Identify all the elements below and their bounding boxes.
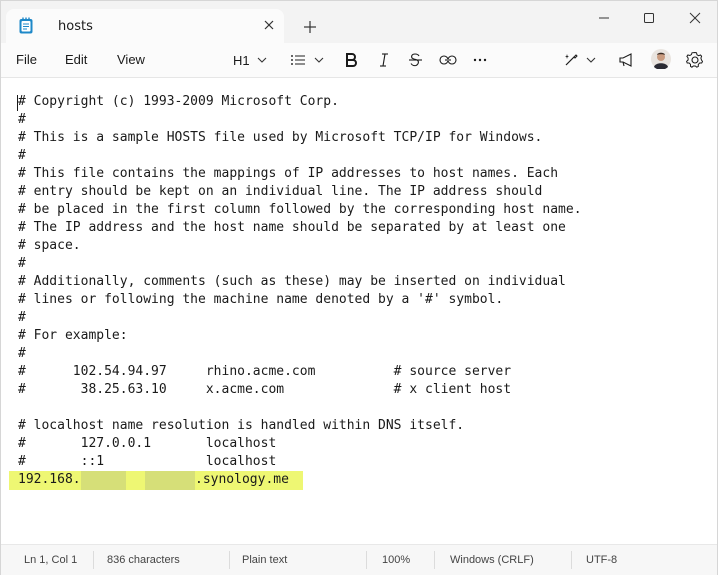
tab-title: hosts bbox=[58, 19, 93, 34]
divider bbox=[434, 551, 435, 569]
text-line: # ::1 localhost bbox=[18, 454, 277, 469]
link-icon[interactable] bbox=[439, 54, 457, 66]
text-line: # bbox=[18, 310, 26, 325]
menu-file[interactable]: File bbox=[16, 52, 37, 67]
copilot-rewrite-dropdown[interactable] bbox=[563, 49, 598, 71]
text-line: # For example: bbox=[18, 328, 128, 343]
line-ending[interactable]: Windows (CRLF) bbox=[450, 554, 534, 566]
account-avatar[interactable] bbox=[651, 49, 671, 69]
text-line: # bbox=[18, 112, 26, 127]
notepad-window: hosts File Edit View H1 # Copyright (c) … bbox=[0, 0, 718, 575]
menu-edit[interactable]: Edit bbox=[65, 52, 87, 67]
text-line-suffix: .synology.me bbox=[195, 472, 289, 487]
list-dropdown[interactable] bbox=[290, 49, 326, 71]
notepad-icon bbox=[19, 17, 33, 34]
menu-bar: File Edit View H1 bbox=[1, 43, 717, 78]
text-editor[interactable]: # Copyright (c) 1993-2009 Microsoft Corp… bbox=[1, 78, 717, 543]
italic-icon[interactable] bbox=[377, 53, 391, 67]
text-line: # be placed in the first column followed… bbox=[18, 202, 582, 217]
character-count: 836 characters bbox=[107, 554, 180, 566]
text-format[interactable]: Plain text bbox=[242, 554, 287, 566]
bulleted-list-icon bbox=[291, 55, 305, 65]
chevron-down-icon bbox=[314, 57, 324, 63]
maximize-icon[interactable] bbox=[635, 7, 663, 29]
title-bar: hosts bbox=[1, 1, 717, 43]
text-line: # 102.54.94.97 rhino.acme.com # source s… bbox=[18, 364, 512, 379]
redacted-segment bbox=[145, 471, 195, 490]
text-line: # This file contains the mappings of IP … bbox=[18, 166, 559, 181]
chevron-down-icon bbox=[257, 57, 267, 63]
megaphone-icon[interactable] bbox=[618, 52, 636, 68]
text-line: # 38.25.63.10 x.acme.com # x client host bbox=[18, 382, 512, 397]
text-line: # lines or following the machine name de… bbox=[18, 292, 504, 307]
tab-hosts[interactable]: hosts bbox=[6, 9, 284, 43]
new-tab-plus-icon[interactable] bbox=[301, 18, 319, 36]
menu-view[interactable]: View bbox=[117, 52, 145, 67]
text-line-prefix: 192.168. bbox=[18, 472, 81, 487]
redacted-segment bbox=[81, 471, 126, 490]
strikethrough-icon[interactable] bbox=[408, 53, 423, 67]
zoom-level[interactable]: 100% bbox=[382, 554, 410, 566]
text-line: # localhost name resolution is handled w… bbox=[18, 418, 465, 433]
encoding[interactable]: UTF-8 bbox=[586, 554, 617, 566]
heading-dropdown[interactable]: H1 bbox=[233, 49, 269, 71]
chevron-down-icon bbox=[586, 57, 596, 63]
divider bbox=[571, 551, 572, 569]
divider bbox=[366, 551, 367, 569]
close-window-icon[interactable] bbox=[681, 7, 709, 29]
close-tab-icon[interactable] bbox=[260, 16, 278, 34]
text-line: # bbox=[18, 346, 26, 361]
text-line: # bbox=[18, 148, 26, 163]
cursor-position: Ln 1, Col 1 bbox=[24, 554, 78, 566]
text-line: # This is a sample HOSTS file used by Mi… bbox=[18, 130, 543, 145]
divider bbox=[93, 551, 94, 569]
text-line: # 127.0.0.1 localhost bbox=[18, 436, 277, 451]
bold-icon[interactable] bbox=[344, 53, 358, 67]
divider bbox=[229, 551, 230, 569]
minimize-icon[interactable] bbox=[590, 7, 618, 29]
text-line: # Copyright (c) 1993-2009 Microsoft Corp… bbox=[18, 94, 339, 109]
text-line: # bbox=[18, 256, 26, 271]
text-line: # The IP address and the host name shoul… bbox=[18, 220, 566, 235]
magic-pen-icon bbox=[565, 54, 578, 66]
heading-label: H1 bbox=[233, 52, 250, 68]
settings-gear-icon[interactable] bbox=[686, 51, 704, 69]
text-line: # space. bbox=[18, 238, 81, 253]
text-line: # entry should be kept on an individual … bbox=[18, 184, 543, 199]
text-line: # Additionally, comments (such as these)… bbox=[18, 274, 566, 289]
more-options-icon[interactable] bbox=[473, 57, 487, 63]
status-bar: Ln 1, Col 1 836 characters Plain text 10… bbox=[1, 544, 717, 575]
